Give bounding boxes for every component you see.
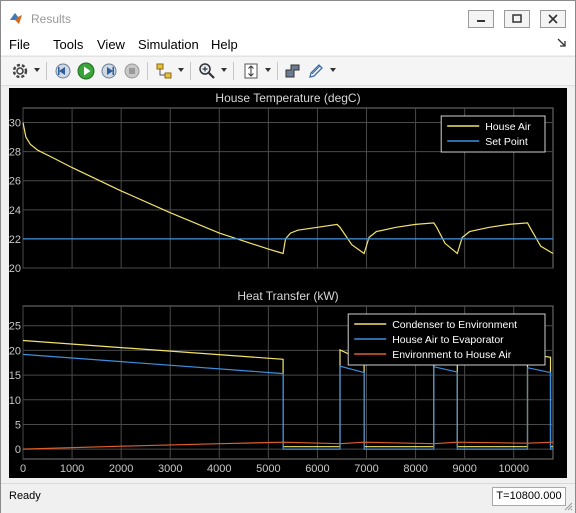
menu-file[interactable]: File (9, 37, 30, 52)
zoom-button[interactable] (197, 61, 217, 81)
settings-button[interactable] (10, 61, 30, 81)
toolbar-separator (190, 62, 191, 80)
heat-transfer-y-tick-label: 5 (15, 419, 21, 431)
step-back-icon (55, 63, 71, 79)
highlight-icon (309, 64, 323, 78)
heat-transfer-legend-label: Condenser to Environment (392, 319, 517, 331)
stop-button[interactable] (122, 61, 142, 81)
title-bar[interactable]: Results (1, 1, 575, 32)
zoom-dropdown-icon[interactable] (221, 68, 227, 73)
heat-transfer-x-tick-label: 1000 (60, 463, 84, 475)
fit-dropdown-icon[interactable] (265, 68, 271, 73)
status-text: Ready (9, 490, 41, 502)
heat-transfer-x-tick-label: 8000 (403, 463, 427, 475)
heat-transfer-x-tick-label: 4000 (207, 463, 231, 475)
toolbar-separator (277, 62, 278, 80)
heat-transfer-x-tick-label: 0 (20, 463, 26, 475)
results-figure[interactable]: House Temperature (degC) 20 22 24 26 28 30 Hous… (9, 88, 567, 478)
zoom-icon (199, 63, 215, 79)
settings-dropdown-icon[interactable] (34, 68, 40, 73)
restore-button[interactable] (504, 10, 530, 28)
menu-bar: File Tools View Simulation Help (1, 32, 575, 55)
toolbar (1, 56, 575, 86)
close-button[interactable] (540, 10, 566, 28)
heat-transfer-x-tick-label: 5000 (256, 463, 280, 475)
heat-transfer-legend-label: House Air to Evaporator (392, 334, 504, 346)
signal-icon (156, 63, 172, 79)
dock-arrow-icon[interactable] (557, 38, 567, 48)
settings-icon (12, 63, 28, 79)
house-temp-y-tick-label: 30 (9, 118, 21, 130)
heat-transfer-y-tick-label: 15 (9, 370, 21, 382)
heat-transfer-x-tick-label: 10000 (498, 463, 529, 475)
house-temp-y-tick-label: 26 (9, 176, 21, 188)
step-forward-button[interactable] (99, 61, 119, 81)
heat-transfer-y-tick-label: 10 (9, 395, 21, 407)
close-icon (548, 14, 558, 24)
minimize-button[interactable] (468, 10, 494, 28)
run-icon (77, 62, 95, 80)
config-icon (285, 64, 300, 78)
simulation-time: T=10800.000 (492, 487, 566, 506)
heat-transfer-x-tick-label: 2000 (109, 463, 133, 475)
house-temp-legend-label: House Air (485, 121, 531, 133)
menu-tools[interactable]: Tools (53, 37, 83, 52)
heat-transfer-x-tick-label: 9000 (452, 463, 476, 475)
highlight-dropdown-icon[interactable] (330, 68, 336, 73)
heat-transfer-legend-label: Environment to House Air (392, 349, 512, 361)
results-window: Results File Tools View Simulation Help (0, 0, 576, 513)
stop-icon (124, 63, 140, 79)
highlight-button[interactable] (306, 61, 326, 81)
house-temp-y-tick-label: 28 (9, 147, 21, 159)
house-temp-y-tick-label: 22 (9, 234, 21, 246)
run-button[interactable] (76, 61, 96, 81)
heat-transfer-y-tick-label: 20 (9, 345, 21, 357)
config-button[interactable] (283, 61, 303, 81)
house-temp-legend-label: Set Point (485, 136, 528, 148)
heat-transfer-x-tick-label: 7000 (354, 463, 378, 475)
house-temp-y-tick-label: 24 (9, 205, 21, 217)
restore-icon (512, 14, 522, 23)
heat-transfer-x-tick-label: 3000 (158, 463, 182, 475)
step-back-button[interactable] (53, 61, 73, 81)
matlab-logo-icon (10, 13, 22, 24)
toolbar-separator (147, 62, 148, 80)
signal-button[interactable] (154, 61, 174, 81)
signal-dropdown-icon[interactable] (178, 68, 184, 73)
heat-transfer-y-tick-label: 0 (15, 444, 21, 456)
minimize-icon (477, 20, 485, 22)
resize-grip-icon[interactable] (563, 501, 573, 511)
house-temp-chart-title: House Temperature (degC) (215, 91, 360, 105)
window-title: Results (31, 12, 72, 26)
step-forward-icon (101, 63, 117, 79)
menu-simulation[interactable]: Simulation (138, 37, 199, 52)
toolbar-separator (233, 62, 234, 80)
heat-transfer-y-tick-label: 25 (9, 321, 21, 333)
fit-icon (244, 63, 258, 79)
fit-button[interactable] (241, 61, 261, 81)
menu-view[interactable]: View (97, 37, 125, 52)
house-temp-y-tick-label: 20 (9, 263, 21, 275)
heat-transfer-chart-title: Heat Transfer (kW) (237, 289, 338, 303)
toolbar-separator (46, 62, 47, 80)
status-bar: Ready T=10800.000 (1, 483, 575, 513)
heat-transfer-x-tick-label: 6000 (305, 463, 329, 475)
menu-help[interactable]: Help (211, 37, 238, 52)
